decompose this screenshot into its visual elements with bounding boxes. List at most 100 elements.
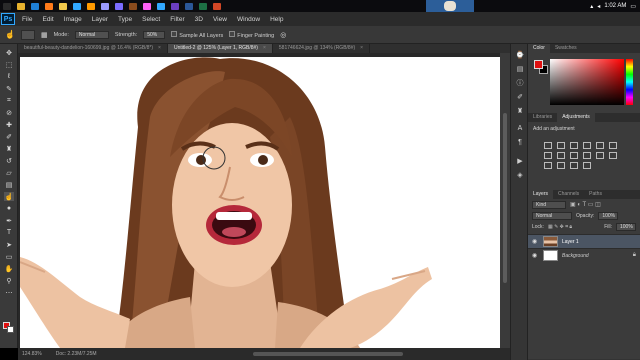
zoom-level[interactable]: 124.83%: [22, 351, 42, 357]
menu-3d[interactable]: 3D: [190, 16, 208, 23]
taskbar-firefox-icon[interactable]: [42, 0, 56, 12]
clock[interactable]: 1:02 AM: [604, 3, 626, 9]
tab-color[interactable]: Color: [528, 44, 550, 53]
fill-input[interactable]: 100%: [616, 222, 636, 231]
actions-icon[interactable]: ▶: [515, 156, 525, 165]
color-lookup-icon[interactable]: [596, 152, 604, 159]
taskbar-lightroom-icon[interactable]: [154, 0, 168, 12]
finger-painting-checkbox[interactable]: Finger Painting: [229, 30, 274, 39]
volume-icon[interactable]: ◂: [597, 3, 600, 10]
history-icon[interactable]: ⌚: [515, 50, 525, 59]
taskbar-start-icon[interactable]: [0, 0, 14, 12]
mode-select[interactable]: Normal: [74, 30, 109, 39]
tab-channels[interactable]: Channels: [553, 190, 584, 199]
color-foreground-swatch[interactable]: [534, 60, 543, 69]
menu-window[interactable]: Window: [232, 16, 265, 23]
document-tab[interactable]: Untitled-2 @ 125% (Layer 1, RGB/8#) ×: [167, 44, 273, 53]
taskbar-edge-icon[interactable]: [28, 0, 42, 12]
tab-swatches[interactable]: Swatches: [550, 44, 582, 53]
taskbar-chrome-icon[interactable]: [14, 0, 28, 12]
styles-icon[interactable]: ◈: [515, 170, 525, 179]
layer-name[interactable]: Background: [562, 253, 589, 259]
document-size[interactable]: Doc: 2.23M/7.25M: [56, 351, 97, 357]
brush-settings-icon[interactable]: ▦: [41, 31, 48, 39]
tab-libraries[interactable]: Libraries: [528, 113, 557, 122]
layer-row[interactable]: ◉ Background 🔒︎: [528, 248, 640, 262]
brush-panel-icon[interactable]: ✐: [515, 92, 525, 101]
photo-filter-icon[interactable]: [570, 152, 578, 159]
layer-lock-icon[interactable]: 🔒︎: [633, 252, 636, 259]
history-brush-tool-icon[interactable]: ↺: [4, 156, 14, 165]
paragraph-icon[interactable]: ¶: [515, 138, 525, 147]
exposure-icon[interactable]: [583, 142, 591, 149]
hand-tool-icon[interactable]: ✋: [4, 264, 14, 273]
hue-saturation-icon[interactable]: [609, 142, 617, 149]
tab-paths[interactable]: Paths: [584, 190, 607, 199]
path-select-tool-icon[interactable]: ➤: [4, 240, 14, 249]
menu-view[interactable]: View: [208, 16, 232, 23]
taskbar-preview-thumbnail[interactable]: [426, 0, 474, 12]
levels-icon[interactable]: [557, 142, 565, 149]
taskbar-explorer-icon[interactable]: [56, 0, 70, 12]
eyedropper-tool-icon[interactable]: ⊘: [4, 108, 14, 117]
dodge-tool-icon[interactable]: ●: [4, 204, 14, 213]
menu-help[interactable]: Help: [265, 16, 288, 23]
brush-preset-picker[interactable]: [20, 29, 35, 40]
layer-filter-kind[interactable]: Kind: [532, 200, 566, 209]
clone-stamp-tool-icon[interactable]: ♜: [4, 144, 14, 153]
quick-select-tool-icon[interactable]: ✎: [4, 84, 14, 93]
type-tool-icon[interactable]: T: [4, 228, 14, 237]
filter-icons[interactable]: ▣ ◐ T ▭ ◫: [570, 201, 601, 208]
notification-icon[interactable]: ▭: [630, 3, 636, 10]
taskbar-illustrator-icon[interactable]: [84, 0, 98, 12]
taskbar-adobe-xd-icon[interactable]: [140, 0, 154, 12]
gradient-map-icon[interactable]: [570, 162, 578, 169]
pen-tool-icon[interactable]: ✒: [4, 216, 14, 225]
strength-input[interactable]: 50%: [143, 30, 166, 39]
visibility-eye-icon[interactable]: ◉: [532, 252, 539, 259]
channel-mixer-icon[interactable]: [583, 152, 591, 159]
hue-slider[interactable]: [626, 59, 633, 105]
vertical-scrollbar[interactable]: [500, 53, 510, 348]
eraser-tool-icon[interactable]: ▱: [4, 168, 14, 177]
taskbar-powerpoint-icon[interactable]: [210, 0, 224, 12]
pressure-icon[interactable]: ◎: [280, 31, 286, 39]
menu-layer[interactable]: Layer: [87, 16, 113, 23]
tab-adjustments[interactable]: Adjustments: [557, 113, 595, 122]
selective-color-icon[interactable]: [583, 162, 591, 169]
crop-tool-icon[interactable]: ⌗: [4, 96, 14, 105]
marquee-tool-icon[interactable]: ⬚: [4, 60, 14, 69]
brightness-contrast-icon[interactable]: [544, 142, 552, 149]
move-tool-icon[interactable]: ✥: [4, 48, 14, 57]
canvas-area[interactable]: [18, 53, 510, 348]
smudge-tool-icon[interactable]: ☝: [5, 30, 15, 39]
vibrance-icon[interactable]: [596, 142, 604, 149]
sample-all-layers-checkbox[interactable]: Sample All Layers: [171, 30, 223, 39]
color-picker-field[interactable]: [550, 59, 624, 105]
menu-select[interactable]: Select: [137, 16, 165, 23]
properties-icon[interactable]: ▤: [515, 64, 525, 73]
smudge-tool-icon[interactable]: ☝: [4, 192, 14, 201]
color-balance-icon[interactable]: [544, 152, 552, 159]
character-icon[interactable]: A: [515, 124, 525, 133]
menu-edit[interactable]: Edit: [37, 16, 58, 23]
visibility-eye-icon[interactable]: ◉: [532, 238, 539, 245]
taskbar-bridge-icon[interactable]: [126, 0, 140, 12]
curves-icon[interactable]: [570, 142, 578, 149]
tab-layers[interactable]: Layers: [528, 190, 554, 199]
taskbar-after-effects-icon[interactable]: [112, 0, 126, 12]
menu-image[interactable]: Image: [59, 16, 87, 23]
background-color-swatch[interactable]: [7, 326, 14, 333]
clone-source-icon[interactable]: ♜: [515, 106, 525, 115]
lock-icons[interactable]: ▦ ✎ ✥ ⌗ 🔒︎: [548, 224, 572, 230]
document-canvas[interactable]: [20, 57, 501, 348]
brush-tool-icon[interactable]: ✐: [4, 132, 14, 141]
layer-name[interactable]: Layer 1: [562, 239, 579, 245]
close-icon[interactable]: ×: [158, 45, 161, 51]
lasso-tool-icon[interactable]: ℓ: [4, 72, 14, 81]
taskbar-premiere-icon[interactable]: [98, 0, 112, 12]
opacity-input[interactable]: 100%: [598, 211, 619, 220]
menu-filter[interactable]: Filter: [165, 16, 189, 23]
healing-brush-tool-icon[interactable]: ✚: [4, 120, 14, 129]
horizontal-scrollbar[interactable]: [253, 352, 403, 356]
